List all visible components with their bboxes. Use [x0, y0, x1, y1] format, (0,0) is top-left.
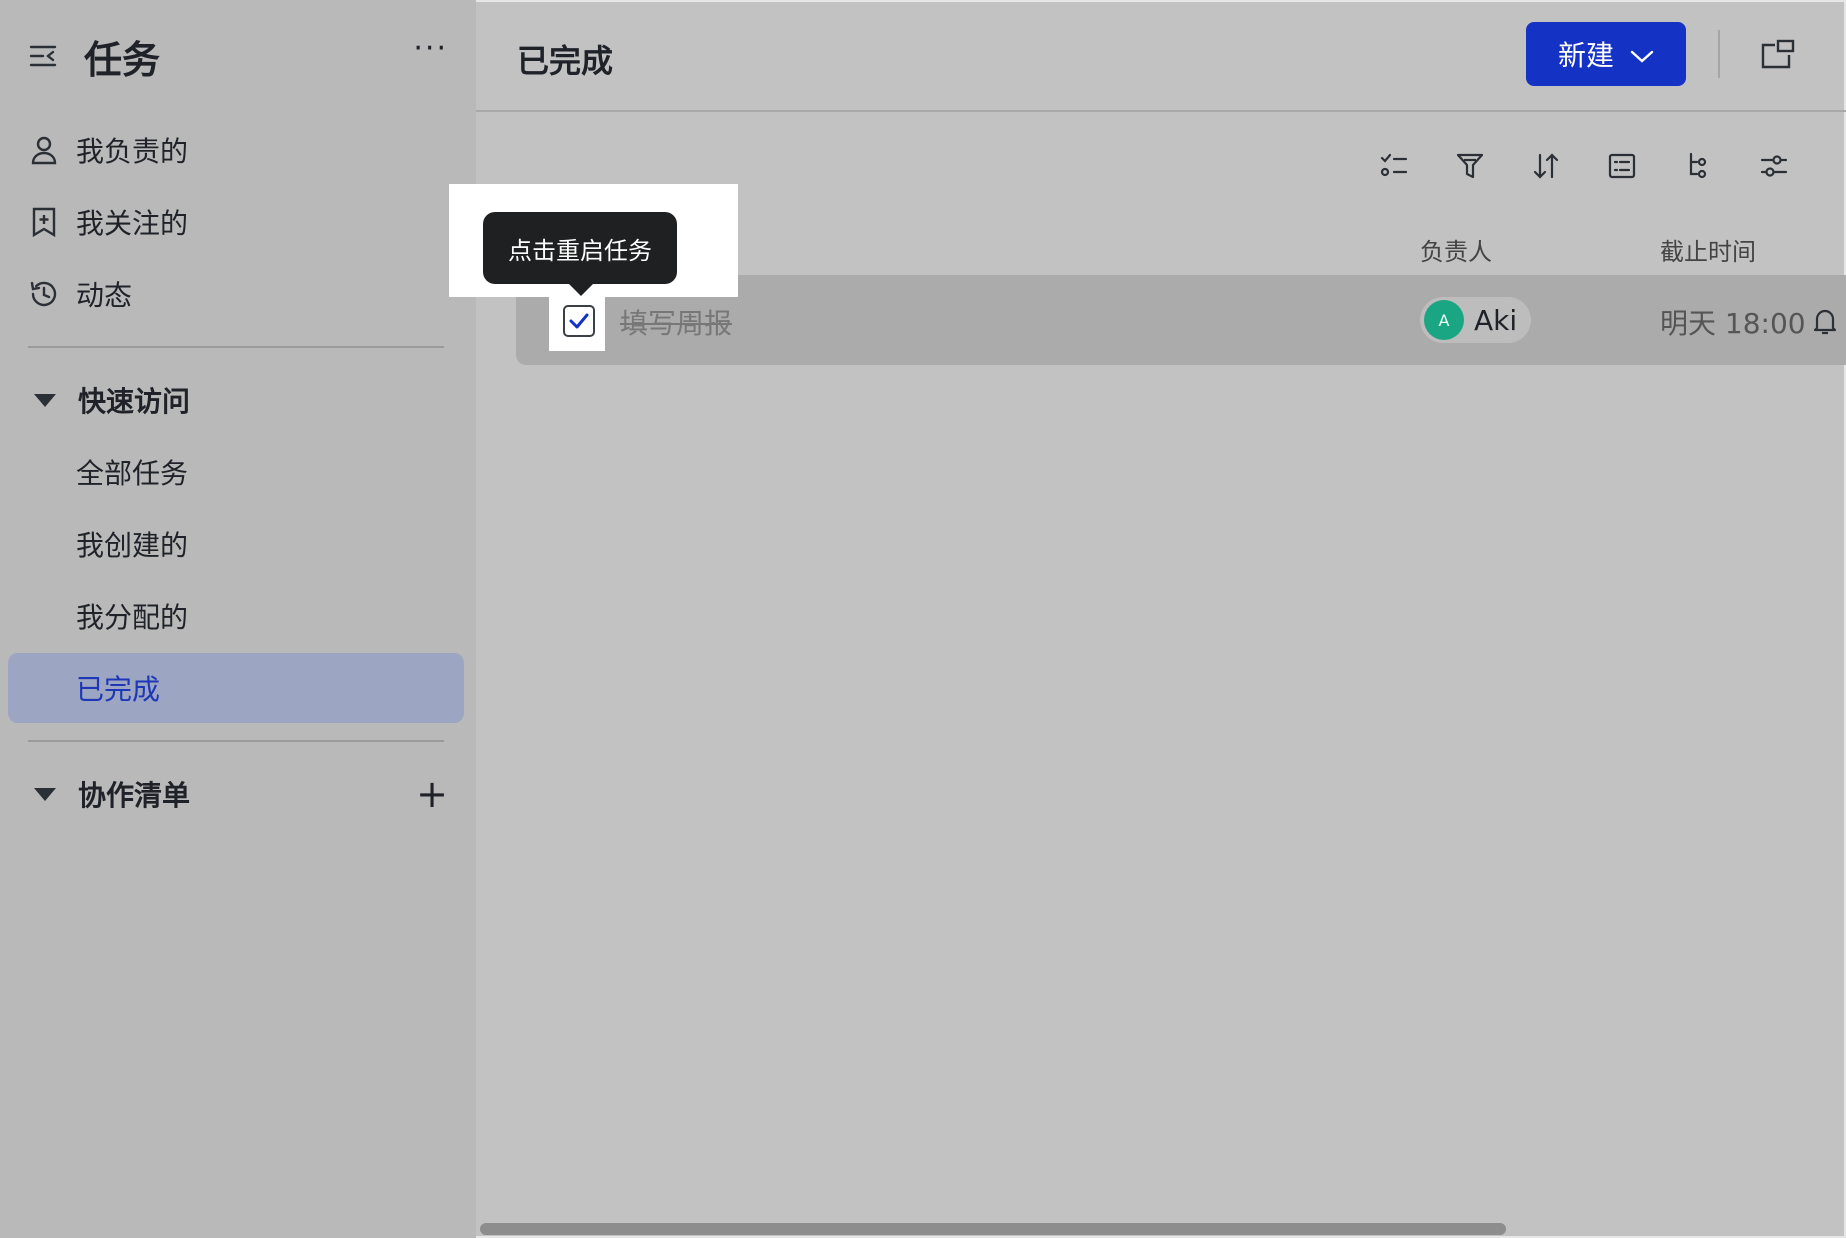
assignee-name: Aki	[1474, 303, 1518, 337]
task-complete-checkbox[interactable]	[563, 305, 595, 337]
caret-down-icon	[34, 393, 56, 407]
sidebar-item-my-responsible[interactable]: 我负责的	[28, 120, 188, 180]
caret-down-icon	[34, 787, 56, 801]
horizontal-scrollbar[interactable]	[480, 1223, 1506, 1235]
assignee-chip[interactable]: A Aki	[1420, 297, 1532, 343]
toolbar-separator	[1718, 30, 1720, 78]
sidebar-header: 任务 ···	[28, 30, 448, 82]
new-task-button[interactable]: 新建	[1526, 22, 1686, 86]
collab-list-section[interactable]: 协作清单 +	[28, 764, 448, 824]
sidebar-divider	[28, 346, 444, 348]
chevron-down-icon	[1630, 38, 1654, 71]
task-title[interactable]: 填写周报	[620, 302, 732, 342]
settings-sliders-icon[interactable]	[1756, 148, 1792, 184]
list-view-icon[interactable]	[1604, 148, 1640, 184]
avatar: A	[1424, 300, 1464, 340]
add-list-button[interactable]: +	[416, 772, 448, 816]
history-icon	[28, 278, 60, 310]
bell-icon[interactable]	[1810, 305, 1840, 337]
app-title: 任务	[84, 37, 161, 82]
due-date[interactable]: 明天 18:00	[1660, 302, 1806, 342]
quick-access-section[interactable]: 快速访问	[28, 370, 448, 430]
sidebar-item-my-followed[interactable]: 我关注的	[28, 192, 188, 252]
sidebar-item-activity[interactable]: 动态	[28, 264, 132, 324]
section-label: 快速访问	[78, 385, 191, 418]
new-button-label: 新建	[1557, 39, 1614, 72]
filter-icon[interactable]	[1452, 148, 1488, 184]
more-options-icon[interactable]: ···	[413, 34, 448, 73]
sidebar-item-completed[interactable]: 已完成	[76, 658, 160, 718]
bookmark-plus-icon	[28, 206, 60, 238]
sidebar: 任务 ··· 我负责的 我关注的 动态 快速访问 全部任务 我创建的 我分配的 …	[0, 0, 476, 1238]
subtask-tree-icon[interactable]	[1680, 148, 1716, 184]
sort-icon[interactable]	[1528, 148, 1564, 184]
user-icon	[28, 134, 60, 166]
sidebar-item-label: 动态	[76, 279, 133, 312]
column-header-due[interactable]: 截止时间	[1660, 232, 1756, 267]
restart-task-tooltip: 点击重启任务	[483, 212, 677, 296]
page-title: 已完成	[517, 42, 614, 80]
sidebar-item-all-tasks[interactable]: 全部任务	[76, 442, 188, 502]
collapse-sidebar-icon[interactable]	[28, 40, 60, 72]
sidebar-item-created[interactable]: 我创建的	[76, 514, 188, 574]
open-in-window-icon[interactable]	[1760, 36, 1796, 72]
column-header-assignee[interactable]: 负责人	[1420, 232, 1492, 267]
sidebar-divider	[28, 740, 444, 742]
checklist-icon[interactable]	[1376, 148, 1412, 184]
tooltip-arrow	[569, 284, 593, 296]
sidebar-item-label: 我关注的	[76, 207, 189, 240]
section-label: 协作清单	[78, 779, 191, 812]
tooltip-text: 点击重启任务	[508, 236, 652, 265]
sidebar-item-assigned[interactable]: 我分配的	[76, 586, 188, 646]
sidebar-item-label: 我负责的	[76, 135, 189, 168]
